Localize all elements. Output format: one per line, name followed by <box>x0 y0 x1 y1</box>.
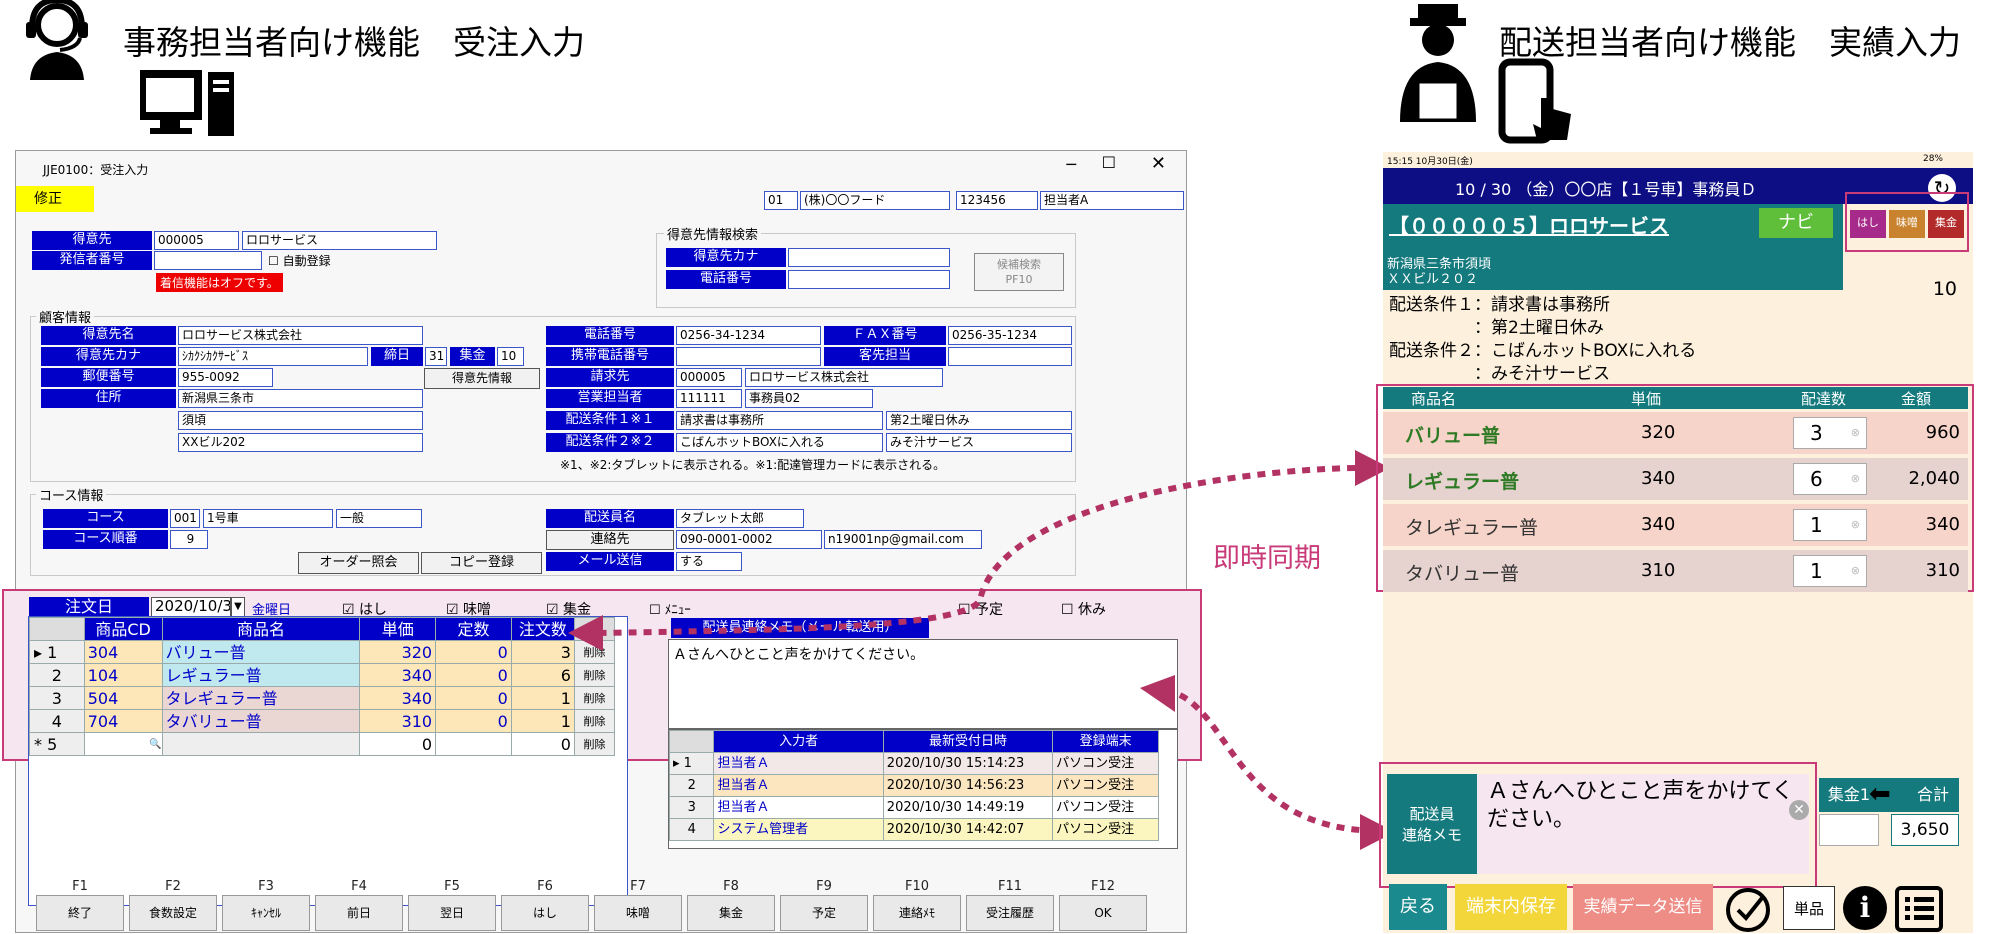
tablet-memo-label: 配送員 連絡メモ <box>1387 774 1477 874</box>
tablet-item-row[interactable]: タレギュラー普 340 1 ⊗ 340 <box>1383 504 1968 546</box>
item-amount: 960 <box>1925 422 1960 443</box>
tablet-address2: ＸＸビル２０２ <box>1387 272 1479 287</box>
memo-clear-icon[interactable]: ✕ <box>1789 800 1809 820</box>
arrow-left-head <box>568 615 603 651</box>
col-item-amount: 金額 <box>1901 390 1932 408</box>
back-button[interactable]: 戻る <box>1389 884 1447 930</box>
clear-icon[interactable]: ⊗ <box>1851 464 1860 494</box>
tablet-item-row[interactable]: タバリュー普 310 1 ⊗ 310 <box>1383 550 1968 592</box>
item-qty-input[interactable]: 6 ⊗ <box>1793 463 1867 495</box>
condition-line: 配送条件２：こばんホットBOXに入れる <box>1389 341 1697 361</box>
condition-line: 配送条件１：請求書は事務所 <box>1389 295 1610 315</box>
item-qty-input[interactable]: 1 ⊗ <box>1793 509 1867 541</box>
item-price: 310 <box>1641 560 1676 581</box>
tablet-memo-text[interactable]: Ａさんへひとこと声をかけてください。 <box>1477 774 1809 874</box>
col-item-price: 単価 <box>1631 390 1662 408</box>
item-price: 340 <box>1641 468 1676 489</box>
item-qty: 1 <box>1810 559 1823 583</box>
miso-chip[interactable]: 味噌 <box>1889 210 1925 238</box>
collect-input[interactable] <box>1819 814 1879 846</box>
item-amount: 2,040 <box>1908 468 1960 489</box>
status-battery: 28% <box>1922 154 1943 164</box>
tablet-number: 10 <box>1932 278 1957 300</box>
item-amount: 340 <box>1925 514 1960 535</box>
save-local-button[interactable]: 端末内保存 <box>1455 884 1567 930</box>
item-qty: 3 <box>1810 421 1823 445</box>
item-name: レギュラー普 <box>1405 471 1520 493</box>
tablet-screen: 15:15 10月30日(金) 28% 10 / 30 （金）〇〇店【１号車】事… <box>1376 152 1974 934</box>
clear-icon[interactable]: ⊗ <box>1851 556 1860 586</box>
col-item-qty: 配達数 <box>1801 390 1847 408</box>
item-name: バリュー普 <box>1405 425 1501 447</box>
delivery-conditions: 配送条件１：請求書は事務所 ：第2土曜日休み配送条件２：こばんホットBOXに入れ… <box>1389 294 1696 386</box>
total-label: 合計 <box>1879 778 1959 812</box>
total-value: 3,650 <box>1891 814 1959 846</box>
item-qty-input[interactable]: 1 ⊗ <box>1793 555 1867 587</box>
condition-line: ：第2土曜日休み <box>1389 318 1604 338</box>
tablet-customer[interactable]: 【０００００５】ロロサービス <box>1389 210 1669 239</box>
col-item-name: 商品名 <box>1411 390 1457 408</box>
item-price: 340 <box>1641 514 1676 535</box>
tablet-item-row[interactable]: バリュー普 320 3 ⊗ 960 <box>1383 412 1968 454</box>
item-amount: 310 <box>1925 560 1960 581</box>
item-name: タレギュラー普 <box>1405 517 1539 539</box>
list-menu-icon[interactable] <box>1895 886 1943 932</box>
memo-arrow-left-head <box>1140 675 1175 712</box>
status-time: 15:15 10月30日(金) <box>1387 157 1473 167</box>
condition-line: ：みそ汁サービス <box>1389 364 1610 384</box>
tablet-title: 10 / 30 （金）〇〇店【１号車】事務員Ｄ <box>1455 180 1757 199</box>
collect-chip[interactable]: 集金 <box>1928 210 1964 238</box>
chopsticks-chip[interactable]: はし <box>1850 210 1886 238</box>
item-name: タバリュー普 <box>1405 563 1520 585</box>
item-qty: 6 <box>1810 467 1823 491</box>
tablet-item-row[interactable]: レギュラー普 340 6 ⊗ 2,040 <box>1383 458 1968 500</box>
item-qty: 1 <box>1810 513 1823 537</box>
item-price: 320 <box>1641 422 1676 443</box>
items-header: 商品名 単価 配達数 金額 <box>1383 387 1968 409</box>
navi-button[interactable]: ナビ <box>1759 208 1833 238</box>
info-icon[interactable]: i <box>1843 886 1887 930</box>
collect-pointer-icon: ⬅ <box>1869 779 1891 809</box>
clear-icon[interactable]: ⊗ <box>1851 418 1860 448</box>
single-item-button[interactable]: 単品 <box>1783 886 1835 930</box>
send-results-button[interactable]: 実績データ送信 <box>1573 884 1713 930</box>
item-qty-input[interactable]: 3 ⊗ <box>1793 417 1867 449</box>
clock-check-icon[interactable] <box>1722 886 1776 934</box>
clear-icon[interactable]: ⊗ <box>1851 510 1860 540</box>
